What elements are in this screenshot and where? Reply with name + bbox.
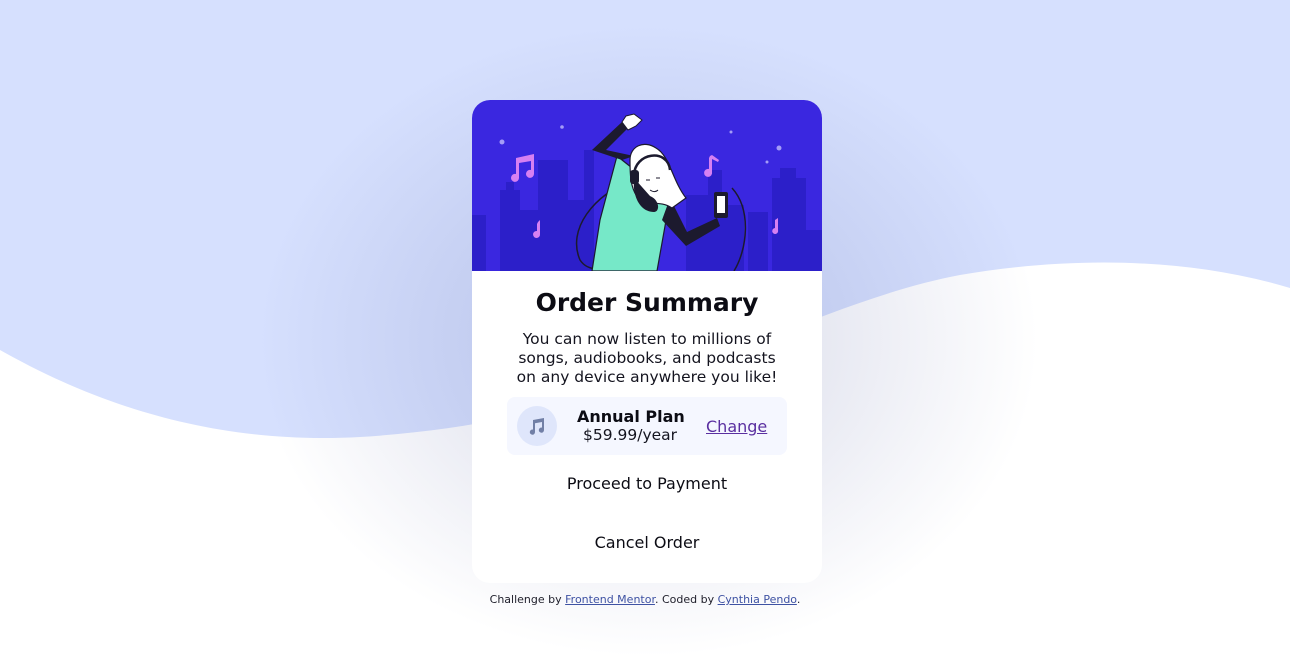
music-note-icon — [517, 406, 557, 446]
plan-price: $59.99/year — [583, 426, 678, 444]
attribution-suffix: . — [796, 593, 801, 606]
author-link[interactable]: Cynthia Pendo — [718, 593, 797, 606]
attribution-prefix: Challenge by — [489, 593, 566, 606]
attribution: Challenge by Frontend Mentor. Coded by C… — [0, 593, 1290, 606]
change-plan-link[interactable]: Change — [706, 417, 767, 436]
hero-illustration — [472, 100, 822, 271]
plan-name: Annual Plan — [577, 407, 685, 426]
frontend-mentor-link[interactable]: Frontend Mentor — [565, 593, 655, 606]
description-text: You can now listen to millions of songs,… — [516, 330, 778, 386]
attribution-middle: . Coded by — [654, 593, 718, 606]
order-summary-card: Order Summary You can now listen to mill… — [472, 100, 822, 583]
page-title: Order Summary — [535, 288, 759, 317]
plan-summary: Annual Plan $59.99/year Change — [507, 397, 787, 455]
proceed-to-payment-button[interactable]: Proceed to Payment — [507, 466, 787, 502]
cancel-order-button[interactable]: Cancel Order — [507, 525, 787, 561]
